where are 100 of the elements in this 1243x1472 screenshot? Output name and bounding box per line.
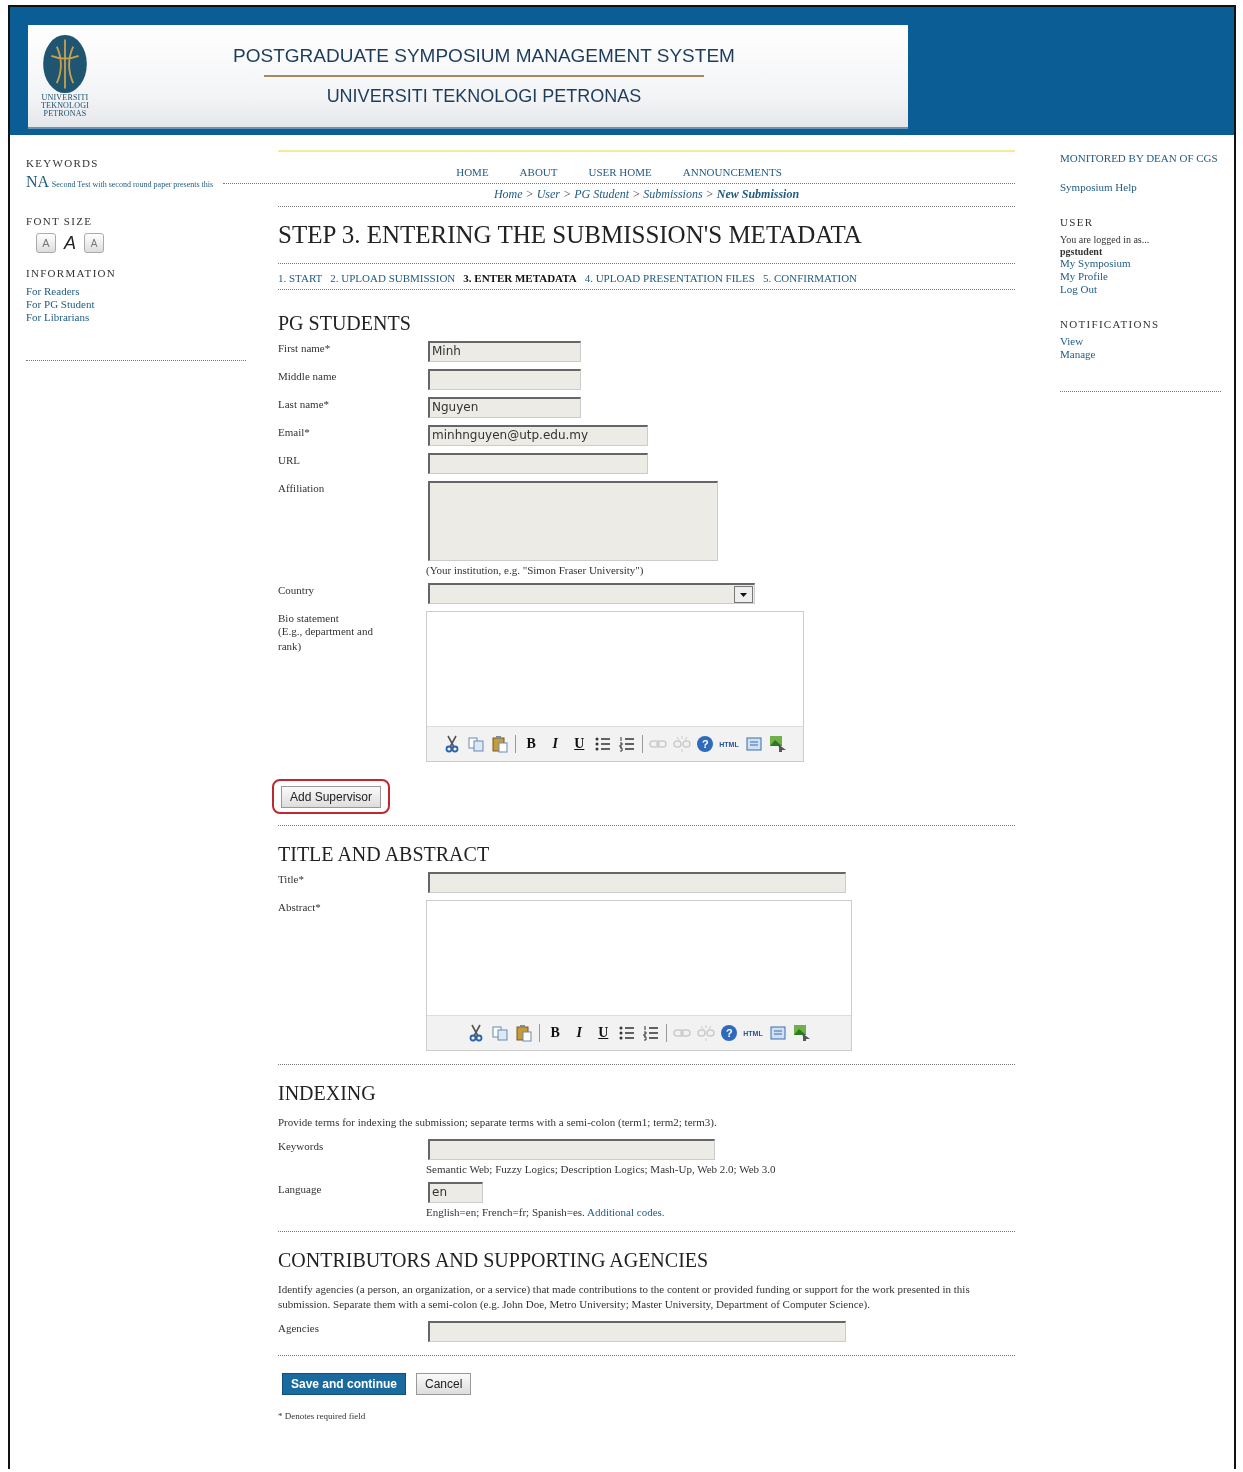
field-label: Agencies xyxy=(278,1321,320,1336)
username: pgstudent xyxy=(1060,246,1103,257)
copy-icon[interactable] xyxy=(467,735,486,753)
text-field[interactable]: Nguyen xyxy=(428,397,581,418)
nav-link[interactable]: HOME xyxy=(456,166,489,178)
cancel-button[interactable]: Cancel xyxy=(416,1373,472,1395)
section-heading: TITLE AND ABSTRACT xyxy=(278,843,491,866)
text-field[interactable] xyxy=(428,453,648,474)
bullet-list-icon[interactable] xyxy=(618,1024,637,1042)
font-size-button[interactable]: A xyxy=(36,233,56,253)
field-label: Middle name xyxy=(278,369,338,384)
breadcrumb-separator: > xyxy=(632,187,641,201)
breadcrumb-separator: > xyxy=(705,187,714,201)
help-link[interactable]: Symposium Help xyxy=(1060,181,1137,194)
section-heading: PG STUDENTS xyxy=(278,312,412,335)
step-link[interactable]: 3. ENTER METADATA xyxy=(463,272,577,284)
italic-button[interactable]: I xyxy=(546,736,565,752)
paste-icon[interactable] xyxy=(491,735,510,753)
additional-codes-link[interactable]: Additional codes. xyxy=(587,1206,665,1218)
underline-button[interactable]: U xyxy=(570,736,589,752)
nav-link[interactable]: USER HOME xyxy=(588,166,652,178)
step-link[interactable]: 1. START xyxy=(278,272,323,284)
field-label: Last name* xyxy=(278,397,330,412)
text-field[interactable] xyxy=(428,369,581,390)
field-label: Keywords xyxy=(278,1139,325,1154)
breadcrumb-separator: > xyxy=(563,187,572,201)
field-hint: (Your institution, e.g. "Simon Fraser University") xyxy=(426,564,644,576)
bold-button[interactable]: B xyxy=(522,736,541,752)
numbered-list-icon[interactable] xyxy=(642,1024,661,1042)
text-field[interactable] xyxy=(428,1321,846,1342)
breadcrumb-link[interactable]: Submissions xyxy=(643,187,703,201)
help-icon[interactable]: ? xyxy=(721,1025,738,1041)
field-hint: English=en; French=fr; Spanish=es. xyxy=(426,1206,585,1218)
font-size-button[interactable]: A xyxy=(60,233,80,253)
monitored-label: MONITORED BY DEAN OF CGS xyxy=(1060,152,1219,164)
nav-link[interactable]: ANNOUNCEMENTS xyxy=(682,166,782,178)
section-heading: INDEXING xyxy=(278,1082,377,1105)
field-label: First name* xyxy=(278,341,332,356)
logo-emblem-icon xyxy=(42,34,88,94)
text-field[interactable]: en xyxy=(428,1182,483,1203)
sidebar-link[interactable]: For Readers xyxy=(26,285,80,298)
image-arrow-icon[interactable] xyxy=(792,1024,811,1042)
font-size-button[interactable]: A xyxy=(84,233,104,253)
paste-icon[interactable] xyxy=(515,1024,534,1042)
sidebar-heading: NOTIFICATIONS xyxy=(1060,318,1161,330)
copy-icon[interactable] xyxy=(491,1024,510,1042)
sidebar-heading: USER xyxy=(1060,216,1095,228)
keyword-link[interactable]: NA xyxy=(26,173,50,190)
page-title: STEP 3. ENTERING THE SUBMISSION'S METADATA xyxy=(278,221,863,249)
field-label: Language xyxy=(278,1182,323,1197)
country-dropdown[interactable] xyxy=(428,583,755,604)
field-label: Title* xyxy=(278,872,305,887)
keyword-link[interactable]: Second Test with second round paper presents this xyxy=(51,180,214,189)
sidebar-link[interactable]: For Librarians xyxy=(26,311,90,324)
field-label: URL xyxy=(278,453,301,468)
text-field[interactable]: Minh xyxy=(428,341,581,362)
instruction-text: Provide terms for indexing the submission; separate terms with a semi-colon (term1; term2; term3). xyxy=(278,1115,718,1130)
login-status-text: You are logged in as... xyxy=(1060,233,1150,246)
underline-button[interactable]: U xyxy=(594,1025,613,1041)
sidebar-link[interactable]: View xyxy=(1060,335,1084,348)
nav-link[interactable]: ABOUT xyxy=(519,166,558,178)
logo-text: TEKNOLOGI xyxy=(41,102,89,110)
breadcrumb-link[interactable]: User xyxy=(536,187,561,201)
bold-button[interactable]: B xyxy=(546,1025,565,1041)
help-icon[interactable]: ? xyxy=(697,736,714,752)
numbered-list-icon[interactable] xyxy=(618,735,637,753)
instruction-text: Identify agencies (a person, an organization, or a service) that made contributions to the content or provided funding or support for the work presented in this submission. Separate them with a semi-colon (e.g. John Doe, Metro University; Master University, Department of Computer Science). xyxy=(278,1282,971,1312)
site-subtitle: UNIVERSITI TEKNOLOGI PETRONAS xyxy=(326,86,642,107)
text-field[interactable]: minhnguyen@utp.edu.my xyxy=(428,425,648,446)
breadcrumb-link[interactable]: PG Student xyxy=(574,187,630,201)
text-field[interactable] xyxy=(428,872,846,893)
sidebar-link[interactable]: Manage xyxy=(1060,348,1096,361)
section-heading: CONTRIBUTORS AND SUPPORTING AGENCIES xyxy=(278,1249,710,1272)
field-hint: Semantic Web; Fuzzy Logics; Description Logics; Mash-Up, Web 2.0; Web 3.0 xyxy=(426,1163,776,1175)
field-note: (E.g., department and rank) xyxy=(278,624,374,654)
text-area[interactable] xyxy=(428,481,718,561)
save-button[interactable]: Save and continue xyxy=(282,1373,407,1395)
required-field-note: * Denotes required field xyxy=(278,1411,367,1421)
italic-button[interactable]: I xyxy=(570,1025,589,1041)
breadcrumb-link[interactable]: Home xyxy=(493,187,523,201)
field-label: Bio statement xyxy=(278,612,339,624)
step-link[interactable]: 4. UPLOAD PRESENTATION FILES xyxy=(584,272,755,284)
text-field[interactable] xyxy=(428,1139,715,1160)
step-link[interactable]: 5. CONFIRMATION xyxy=(762,272,858,284)
sidebar-heading: FONT SIZE xyxy=(26,215,94,227)
logo-text: PETRONAS xyxy=(43,110,87,118)
site-title: POSTGRADUATE SYMPOSIUM MANAGEMENT SYSTEM xyxy=(233,45,735,67)
sidebar-link[interactable]: My Symposium xyxy=(1060,257,1131,270)
image-arrow-icon[interactable] xyxy=(768,735,787,753)
step-link[interactable]: 2. UPLOAD SUBMISSION xyxy=(330,272,456,284)
sidebar-link[interactable]: Log Out xyxy=(1060,283,1097,296)
field-label: Country xyxy=(278,583,316,598)
bullet-list-icon[interactable] xyxy=(594,735,613,753)
sidebar-link[interactable]: For PG Student xyxy=(26,298,95,311)
sidebar-link[interactable]: My Profile xyxy=(1060,270,1108,283)
sidebar-heading: INFORMATION xyxy=(26,267,118,279)
breadcrumb-link[interactable]: New Submission xyxy=(716,187,800,201)
add-supervisor-button[interactable]: Add Supervisor xyxy=(281,786,382,808)
sidebar-heading: KEYWORDS xyxy=(26,157,100,169)
breadcrumb-separator: > xyxy=(525,187,534,201)
